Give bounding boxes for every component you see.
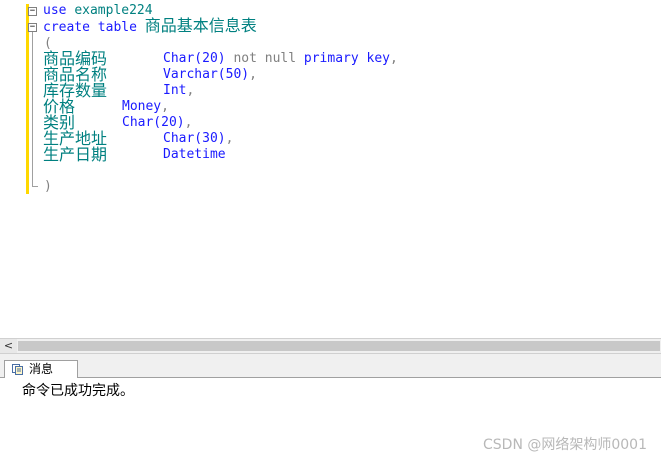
column-def: 生产日期 xyxy=(43,147,107,165)
collapse-icon[interactable]: − xyxy=(28,23,37,32)
code-line-create: create table 商品基本信息表 xyxy=(43,18,257,36)
tab-messages[interactable]: 消息 xyxy=(4,360,78,378)
messages-pane[interactable]: 命令已成功完成。 CSDN @网络架构师0001 xyxy=(0,378,661,464)
keyword-create-table: create table xyxy=(43,20,137,35)
table-name: 商品基本信息表 xyxy=(144,16,257,35)
close-paren: ) xyxy=(44,179,52,194)
messages-tab-icon xyxy=(12,364,23,375)
database-name: example224 xyxy=(74,3,153,18)
column-type: Varchar(50), xyxy=(163,67,257,82)
collapse-icon[interactable]: − xyxy=(28,7,37,16)
column-name: 生产日期 xyxy=(43,145,108,164)
results-tabstrip: 消息 xyxy=(0,360,661,378)
change-tracking-bar xyxy=(26,4,29,194)
outline-guide-end xyxy=(32,186,38,187)
horizontal-scrollbar[interactable]: < xyxy=(0,338,661,354)
column-type: Datetime xyxy=(163,147,226,162)
code-line-use: use example224 xyxy=(43,3,153,19)
completion-message: 命令已成功完成。 xyxy=(22,383,134,399)
watermark: CSDN @网络架构师0001 xyxy=(483,437,647,453)
column-type: Money, xyxy=(122,99,169,114)
column-type: Int, xyxy=(163,83,195,98)
scroll-left-button[interactable]: < xyxy=(0,339,17,353)
column-type: Char(20) not null primary key, xyxy=(163,51,398,66)
column-type: Char(20), xyxy=(122,115,193,130)
scrollbar-thumb[interactable] xyxy=(18,341,660,351)
query-editor[interactable]: − − use example224 create table 商品基本信息表 … xyxy=(0,0,661,338)
tab-messages-label: 消息 xyxy=(29,362,54,376)
column-type: Char(30), xyxy=(163,131,234,146)
outline-guide xyxy=(32,29,33,187)
keyword-use: use xyxy=(43,3,67,18)
